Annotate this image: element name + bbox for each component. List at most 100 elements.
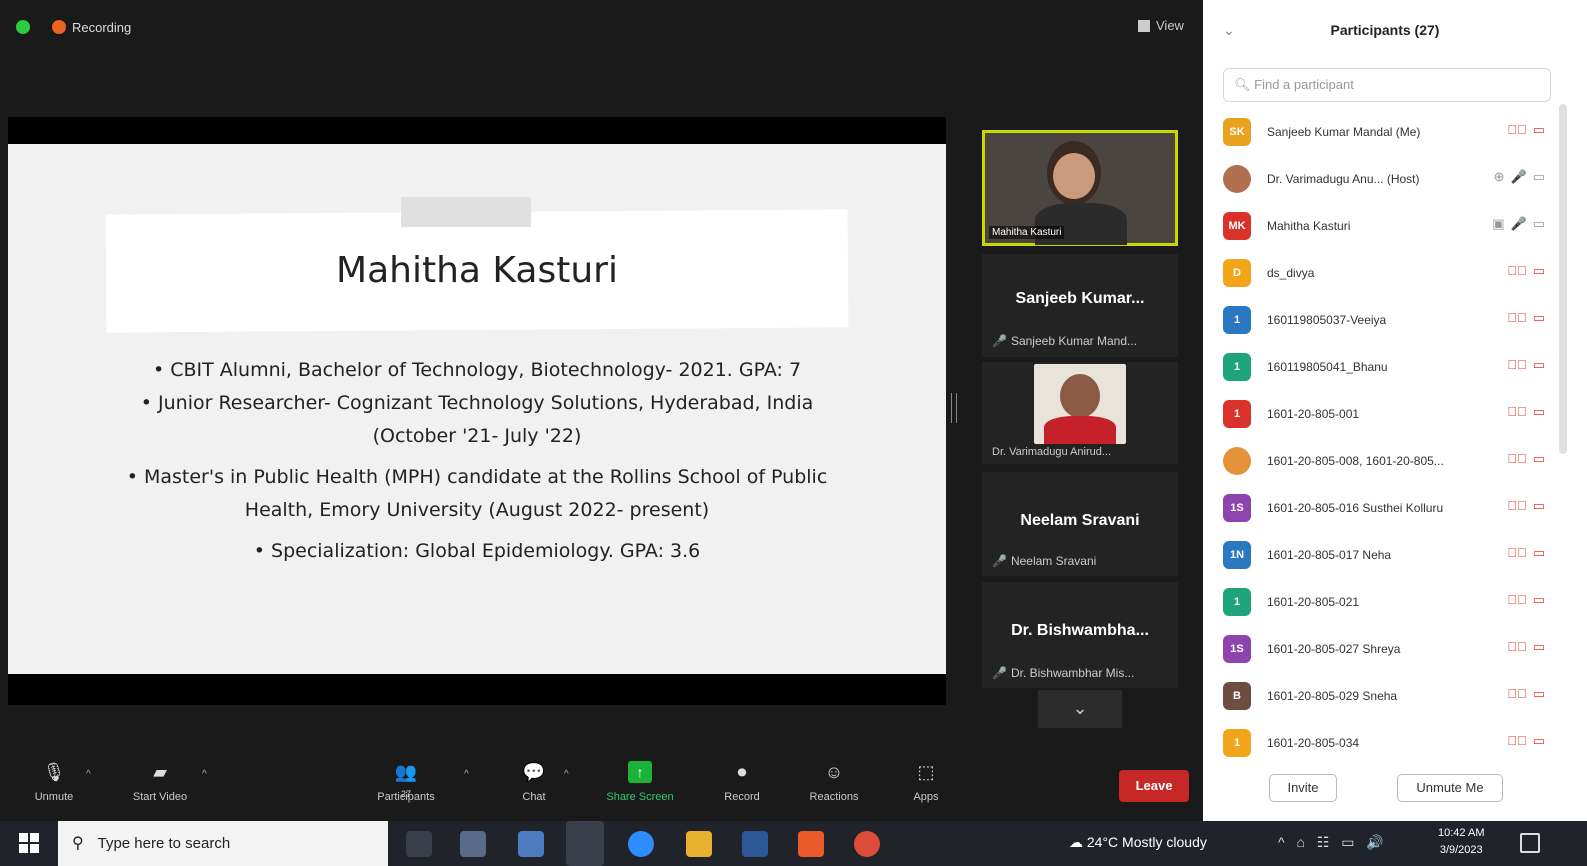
chevron-up-icon[interactable]: ^ [564, 769, 569, 780]
chrome-browser-icon[interactable] [854, 831, 880, 857]
record-button[interactable]: ⏺ Record [718, 761, 766, 803]
apps-button[interactable]: ⬚ Apps [906, 761, 946, 803]
taskbar-clock[interactable]: 10:42 AM 3/9/2023 [1438, 825, 1484, 859]
search-placeholder: Find a participant [1254, 77, 1354, 92]
participant-name: 160119805037-Veeiya [1267, 312, 1387, 327]
weather-icon: ☁ [1069, 834, 1083, 850]
splitter-handle[interactable] [951, 393, 957, 423]
muted-mic-video-off-icon: 🎤⃠▭ [1507, 498, 1551, 513]
weather-widget[interactable]: ☁ 24°C Mostly cloudy [1069, 834, 1207, 851]
pdf-app-icon[interactable] [566, 821, 604, 866]
participants-button[interactable]: 👥27 Participants ^ [368, 761, 468, 803]
participant-avatar: 1 [1223, 587, 1251, 616]
muted-mic-video-off-icon: 🎤⃠▭ [1507, 639, 1551, 654]
file-explorer-icon[interactable] [686, 831, 712, 857]
participant-row[interactable]: 1 1601-20-805-021 🎤⃠▭ [1223, 578, 1563, 625]
tile-display-name: Sanjeeb Kumar... [1015, 290, 1145, 307]
leave-button[interactable]: Leave [1119, 770, 1189, 802]
zoom-app-icon[interactable] [628, 831, 654, 857]
participant-row[interactable]: SK Sanjeeb Kumar Mandal (Me) 🎤⃠▭ [1223, 108, 1563, 155]
unmute-button[interactable]: 🎙 Unmute ^ [28, 761, 91, 803]
muted-mic-video-off-icon: 🎤⃠▭ [1507, 451, 1551, 466]
participant-search-input[interactable]: 🔍︎ Find a participant [1223, 68, 1551, 102]
participant-name: 1601-20-805-017 Neha [1267, 547, 1392, 562]
mic-video-status-icon: ▣🎤▭ [1492, 216, 1551, 231]
video-tile-bishwambhar[interactable]: Dr. Bishwambha... 🎤 Dr. Bishwambhar Mis..… [982, 582, 1178, 688]
participant-row[interactable]: 1 160119805037-Veeiya 🎤⃠▭ [1223, 296, 1563, 343]
participant-avatar: 1 [1223, 305, 1251, 334]
participant-avatar: 1 [1223, 728, 1251, 757]
muted-mic-icon: 🎤 [992, 554, 1007, 568]
participant-list-scrollbar[interactable] [1559, 104, 1567, 454]
muted-mic-video-off-icon: 🎤⃠▭ [1507, 310, 1551, 325]
video-tile-neelam[interactable]: Neelam Sravani 🎤 Neelam Sravani [982, 472, 1178, 576]
shared-screen: Mahitha Kasturi CBIT Alumni, Bachelor of… [8, 117, 946, 705]
participant-row[interactable]: 1N 1601-20-805-017 Neha 🎤⃠▭ [1223, 531, 1563, 578]
participant-row[interactable]: Dr. Varimadugu Anu... (Host) ⊕🎤▭ [1223, 155, 1563, 202]
participant-avatar: MK [1223, 211, 1251, 240]
muted-mic-icon: 🎤 [992, 334, 1007, 348]
tile-display-name: Dr. Bishwambha... [1011, 622, 1149, 639]
slide-title-tab [401, 197, 531, 227]
invite-button[interactable]: Invite [1269, 774, 1337, 802]
participant-row[interactable]: Dds_divya 🎤⃠▭ [1223, 249, 1563, 296]
video-tile-sanjeeb[interactable]: Sanjeeb Kumar... 🎤 Sanjeeb Kumar Mand... [982, 254, 1178, 357]
participant-face [1053, 153, 1095, 199]
start-video-button[interactable]: ▰ Start Video ^ [124, 761, 207, 803]
muted-mic-video-off-icon: 🎤⃠▭ [1507, 545, 1551, 560]
participant-name: 1601-20-805-029 Sneha [1267, 688, 1398, 703]
tiles-scroll-down-button[interactable]: ⌄ [1038, 690, 1122, 728]
video-tile-varimadugu[interactable]: Dr. Varimadugu Anirud... [982, 362, 1178, 464]
system-tray[interactable]: ^ ⌂ ☷ ▭ 🔊 [1278, 834, 1388, 851]
participant-name: Mahitha Kasturi [1267, 218, 1351, 233]
participant-row[interactable]: 1S 1601-20-805-016 Susthei Kolluru 🎤⃠▭ [1223, 484, 1563, 531]
search-icon: 🔍︎ [1234, 77, 1251, 92]
brave-browser-icon[interactable] [798, 831, 824, 857]
chevron-up-icon[interactable]: ^ [202, 769, 207, 780]
muted-mic-video-off-icon: 🎤⃠▭ [1507, 592, 1551, 607]
chat-button[interactable]: 💬 Chat ^ [516, 761, 568, 803]
share-screen-button[interactable]: ↑ Share Screen [596, 761, 684, 803]
taskbar-search-input[interactable]: ⚲ Type here to search [58, 821, 388, 866]
participant-name: 1601-20-805-027 Shreya [1267, 641, 1401, 656]
video-tile-mahitha[interactable]: Mahitha Kasturi [982, 130, 1178, 246]
word-app-icon[interactable] [742, 831, 768, 857]
windows-start-icon[interactable] [19, 833, 39, 853]
file-app-icon[interactable] [518, 831, 544, 857]
settings-app-icon[interactable] [460, 831, 486, 857]
participant-name: 160119805041_Bhanu [1267, 359, 1388, 374]
tile-sub-name: 🎤 Dr. Bishwambhar Mis... [992, 666, 1135, 680]
chevron-up-icon[interactable]: ^ [86, 769, 91, 780]
recording-icon [52, 20, 66, 34]
participant-avatar: 1 [1223, 399, 1251, 428]
participant-row[interactable]: 1 1601-20-805-001 🎤⃠▭ [1223, 390, 1563, 437]
participants-panel-header: ⌄ Participants (27) [1203, 0, 1587, 62]
notification-icon[interactable] [1520, 833, 1540, 853]
security-shield-icon[interactable] [16, 20, 30, 34]
participant-row[interactable]: 1S 1601-20-805-027 Shreya 🎤⃠▭ [1223, 625, 1563, 672]
meeting-area: Recording View Mahitha Kasturi CBIT Alum… [0, 0, 1203, 821]
participant-name: 1601-20-805-034 [1267, 735, 1360, 750]
muted-mic-video-off-icon: 🎤⃠▭ [1507, 263, 1551, 278]
participant-avatar: D [1223, 258, 1251, 287]
participant-avatar: 1N [1223, 540, 1251, 569]
participant-avatar [1223, 446, 1251, 475]
muted-mic-video-off-icon: 🎤⃠▭ [1507, 686, 1551, 701]
reactions-button[interactable]: ☺ Reactions [802, 761, 866, 803]
participant-row[interactable]: 1 160119805041_Bhanu 🎤⃠▭ [1223, 343, 1563, 390]
participant-row[interactable]: 1 1601-20-805-034 🎤⃠▭ [1223, 719, 1563, 766]
search-icon: ⚲ [72, 835, 84, 852]
participants-panel: ⌄ Participants (27) 🔍︎ Find a participan… [1203, 0, 1587, 821]
participant-row[interactable]: MK Mahitha Kasturi ▣🎤▭ [1223, 202, 1563, 249]
task-view-icon[interactable] [406, 831, 432, 857]
participant-row[interactable]: B 1601-20-805-029 Sneha 🎤⃠▭ [1223, 672, 1563, 719]
participants-icon: 👥27 [394, 762, 418, 799]
grid-view-icon [1138, 19, 1150, 32]
video-off-icon: ▰ [153, 762, 167, 782]
view-button[interactable]: View [1138, 18, 1184, 33]
slide-bullet-continuation: (October '21- July '22) [372, 425, 582, 447]
chevron-up-icon[interactable]: ^ [464, 769, 469, 780]
participant-avatar: 1S [1223, 493, 1251, 522]
participant-row[interactable]: 1601-20-805-008, 1601-20-805... 🎤⃠▭ [1223, 437, 1563, 484]
unmute-me-button[interactable]: Unmute Me [1397, 774, 1503, 802]
